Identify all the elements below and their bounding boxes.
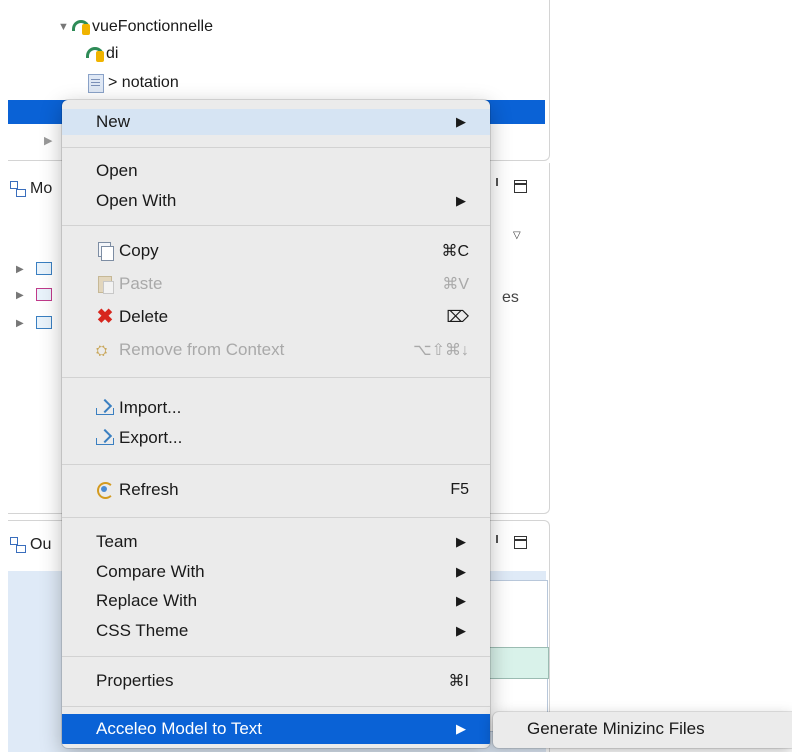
menu-item-replace-with[interactable]: Replace With ▶ [62,588,490,614]
tab-outline[interactable]: Ou [10,536,51,554]
import-icon [96,399,114,417]
submenu-arrow-icon: ▶ [456,114,466,129]
menu-item-label: Open With [96,191,177,210]
tree-item-vuefonctionnelle[interactable]: ▼ vueFonctionnelle [58,16,213,38]
menu-item-label: Remove from Context [119,340,285,359]
menu-item-import[interactable]: Import... [62,395,490,421]
menu-item-refresh[interactable]: Refresh F5 [62,477,490,503]
tree-item-label: di [106,45,119,62]
expand-arrow-icon[interactable]: ▶ [16,318,24,329]
menu-item-label: Import... [119,398,182,417]
menu-item-acceleo-model-to-text[interactable]: Acceleo Model to Text ▶ [62,714,490,744]
menu-item-export[interactable]: Export... [62,425,490,451]
menu-item-label: Acceleo Model to Text [96,719,262,738]
menu-separator [62,377,490,378]
menu-item-properties[interactable]: Properties ⌘I [62,668,490,694]
shortcut-label: ⌥⇧⌘↓ [413,342,469,359]
export-icon [96,429,114,447]
expand-arrow-icon[interactable]: ▶ [16,264,24,275]
file-icon [88,73,104,93]
project-icon [72,18,90,36]
tree-item-label: > notation [108,74,179,91]
menu-separator [62,147,490,148]
menu-item-label: Delete [119,307,169,326]
refresh-icon [96,481,114,499]
expand-arrow-icon[interactable]: ▶ [16,290,24,301]
menu-item-label: Refresh [119,480,179,499]
menu-item-team[interactable]: Team ▶ [62,529,490,555]
project-icon [86,45,104,63]
remove-context-icon: ⛭ [96,342,108,358]
tab-model-explorer[interactable]: Mo [10,180,52,198]
model-explorer-icon [10,181,26,197]
menu-item-open-with[interactable]: Open With ▶ [62,188,490,214]
menu-item-label: Replace With [96,591,198,610]
menu-item-copy[interactable]: Copy ⌘C [62,238,490,264]
shortcut-label: ⌦ [446,309,469,326]
submenu-arrow-icon: ▶ [456,721,466,736]
menu-item-paste[interactable]: Paste ⌘V [62,271,490,297]
menu-item-label: Copy [119,241,159,260]
submenu-arrow-icon: ▶ [456,534,466,549]
view-toolbar-divider [496,178,498,186]
menu-separator [62,464,490,465]
menu-item-generate-minizinc-files[interactable]: Generate Minizinc Files [527,719,705,739]
menu-separator [62,656,490,657]
menu-item-label: Export... [119,428,183,447]
menu-item-label: Properties [96,671,174,690]
menu-item-remove-from-context[interactable]: ⛭ Remove from Context ⌥⇧⌘↓ [62,337,490,363]
shortcut-label: ⌘V [442,276,469,293]
menu-separator [62,517,490,518]
copy-icon [96,242,114,261]
tab-label: Ou [30,536,52,553]
paste-icon [96,275,114,294]
model-folder-icon [36,262,52,275]
menu-separator [62,706,490,707]
menu-item-label: Paste [119,274,163,293]
acceleo-submenu: Generate Minizinc Files [493,712,792,748]
maximize-icon[interactable] [514,180,527,193]
truncated-label: es [502,289,519,306]
submenu-arrow-icon: ▶ [456,564,466,579]
menu-item-new[interactable]: New ▶ [62,109,490,135]
menu-item-label: Open [96,161,138,180]
tree-item-notation[interactable]: > notation [88,72,179,94]
menu-item-label: Compare With [96,562,205,581]
menu-item-compare-with[interactable]: Compare With ▶ [62,559,490,585]
outline-icon [10,537,26,553]
delete-icon: ✖ [96,306,114,328]
tree-item-label: vueFonctionnelle [92,18,213,35]
shortcut-label: ⌘I [448,673,469,690]
menu-separator [62,225,490,226]
menu-item-css-theme[interactable]: CSS Theme ▶ [62,618,490,644]
expand-arrow-icon[interactable]: ▼ [58,21,72,33]
model-folder-icon [36,288,52,301]
menu-item-label: New [96,112,131,131]
menu-item-label: CSS Theme [96,621,189,640]
tree-item-di[interactable]: di [86,43,118,65]
shortcut-label: ⌘C [441,243,469,260]
menu-item-delete[interactable]: ✖ Delete ⌦ [62,304,490,330]
submenu-arrow-icon: ▶ [456,623,466,638]
model-folder-icon [36,316,52,329]
context-menu: New ▶ Open Open With ▶ Copy ⌘C Paste ⌘V … [62,100,490,748]
menu-item-open[interactable]: Open [62,158,490,184]
view-menu-icon[interactable]: ▽ [513,230,521,241]
view-toolbar-divider [496,535,498,543]
shortcut-label: F5 [450,481,469,498]
collapsed-arrow-icon[interactable]: ▶ [44,134,52,147]
menu-item-label: Team [96,532,138,551]
submenu-arrow-icon: ▶ [456,593,466,608]
tab-label: Mo [30,180,53,197]
submenu-arrow-icon: ▶ [456,193,466,208]
maximize-icon[interactable] [514,536,527,549]
